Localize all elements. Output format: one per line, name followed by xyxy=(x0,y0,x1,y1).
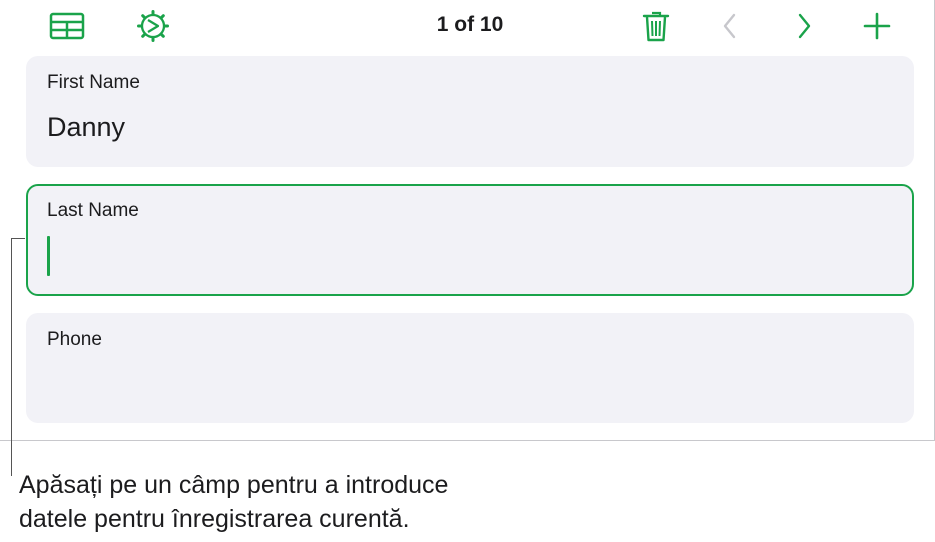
text-cursor xyxy=(47,236,50,276)
callout-text: Apăsați pe un câmp pentru a introduce da… xyxy=(19,468,579,536)
phone-field[interactable]: Phone xyxy=(26,313,914,423)
callout-pointer xyxy=(11,238,25,239)
settings-button[interactable] xyxy=(133,8,173,44)
first-name-value[interactable]: Danny xyxy=(47,112,125,143)
record-counter: 1 of 10 xyxy=(436,13,504,36)
delete-record-button[interactable] xyxy=(636,8,676,44)
last-name-field[interactable]: Last Name xyxy=(26,184,914,296)
chevron-right-icon xyxy=(798,13,811,39)
gear-icon xyxy=(137,10,169,42)
callout-line xyxy=(11,238,12,476)
chevron-left-icon xyxy=(723,13,736,39)
callout-line-2: datele pentru înregistrarea curentă. xyxy=(19,505,410,533)
last-name-label: Last Name xyxy=(47,200,139,221)
next-record-button[interactable] xyxy=(784,8,824,44)
toolbar: 1 of 10 xyxy=(0,0,935,52)
first-name-label: First Name xyxy=(47,72,140,93)
previous-record-button[interactable] xyxy=(710,8,750,44)
first-name-field[interactable]: First Name Danny xyxy=(26,56,914,167)
callout-line-1: Apăsați pe un câmp pentru a introduce xyxy=(19,471,449,499)
plus-icon xyxy=(863,12,891,40)
form-screen: 1 of 10 First Name Danny Last Name Phone xyxy=(0,0,935,441)
phone-label: Phone xyxy=(47,329,102,350)
table-view-button[interactable] xyxy=(47,8,87,44)
trash-icon xyxy=(642,11,670,42)
add-record-button[interactable] xyxy=(857,8,897,44)
table-icon xyxy=(49,12,85,40)
